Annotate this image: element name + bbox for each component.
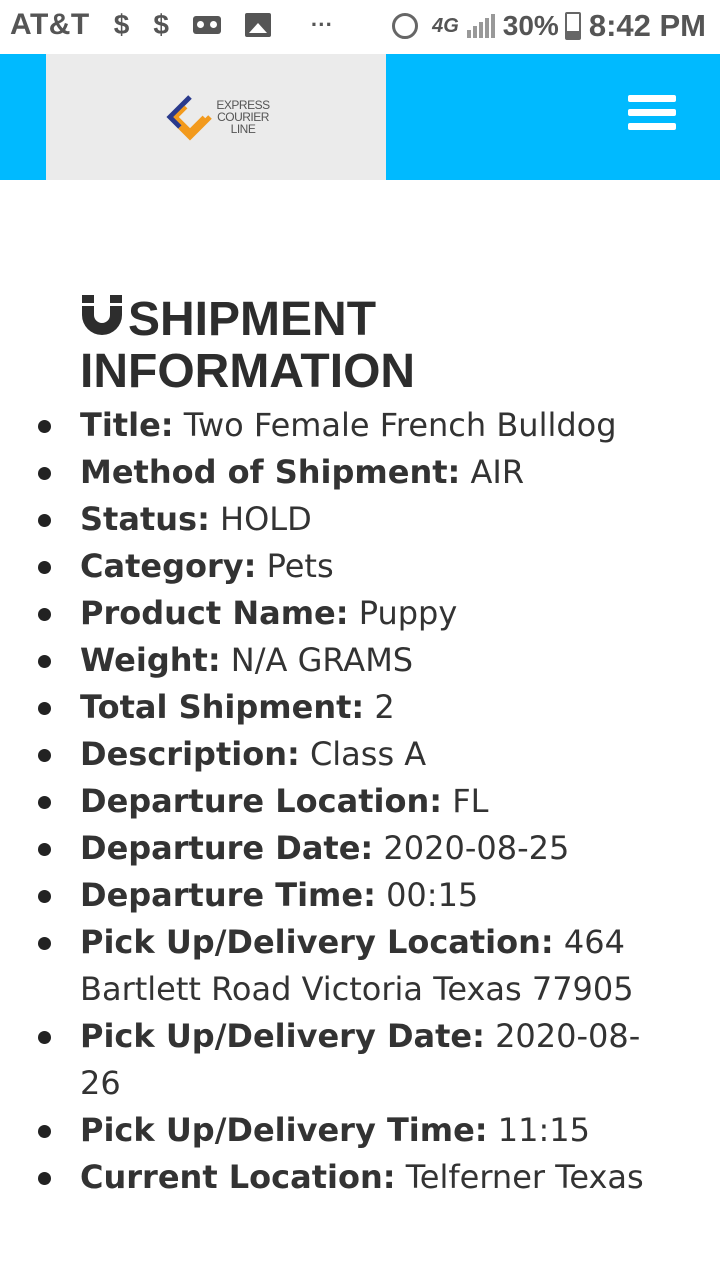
shipment-info-list: Title: Two Female French Bulldog Method … [38, 402, 660, 1201]
field-value: Two Female French Bulldog [183, 406, 617, 444]
status-bar-left: AT&T $ $ ··· [10, 8, 333, 42]
field-value: AIR [470, 453, 525, 491]
section-title-line: SHIPMENT [128, 293, 377, 346]
list-item: Pick Up/Delivery Date: 2020-08-26 [38, 1013, 660, 1107]
image-icon [244, 13, 271, 37]
logo-text: EXPRESS COURIER LINE [216, 99, 270, 136]
logo-line: LINE [230, 122, 256, 136]
field-label: Product Name: [80, 594, 349, 632]
field-value: 2 [374, 688, 395, 726]
list-item: Departure Date: 2020-08-25 [38, 825, 660, 872]
list-item: Total Shipment: 2 [38, 684, 660, 731]
main-content: SHIPMENT INFORMATION Title: Two Female F… [0, 294, 720, 1201]
field-label: Weight: [80, 641, 221, 679]
alarm-icon [392, 13, 419, 39]
list-item: Weight: N/A GRAMS [38, 637, 660, 684]
more-notifications-icon: ··· [310, 12, 333, 37]
field-value: Puppy [358, 594, 458, 632]
list-item: Departure Location: FL [38, 778, 660, 825]
list-item: Description: Class A [38, 731, 660, 778]
field-label: Pick Up/Delivery Location: [80, 923, 554, 961]
field-label: Departure Location: [80, 782, 443, 820]
network-type-icon: 4G [432, 14, 459, 37]
site-header: EXPRESS COURIER LINE [0, 54, 720, 180]
field-label: Pick Up/Delivery Date: [80, 1017, 485, 1055]
section-title-line: INFORMATION [80, 345, 416, 398]
field-label: Description: [80, 735, 300, 773]
field-value: 2020-08-25 [383, 829, 570, 867]
voicemail-icon [192, 16, 221, 34]
field-value: Pets [266, 547, 334, 585]
field-value: 00:15 [386, 876, 479, 914]
field-value: HOLD [220, 500, 312, 538]
list-item: Pick Up/Delivery Location: 464 Bartlett … [38, 919, 660, 1013]
menu-bar [628, 95, 676, 102]
list-item: Pick Up/Delivery Time: 11:15 [38, 1107, 660, 1154]
list-item: Title: Two Female French Bulldog [38, 402, 660, 449]
field-value: Class A [309, 735, 427, 773]
field-value: Telferner Texas [405, 1158, 644, 1196]
field-label: Status: [80, 500, 210, 538]
signal-icon [466, 14, 497, 38]
carrier-name: AT&T [10, 8, 90, 41]
battery-icon [564, 12, 581, 40]
field-label: Total Shipment: [80, 688, 365, 726]
field-value: 11:15 [497, 1111, 590, 1149]
logo-diamond-icon [166, 95, 213, 141]
menu-bar [628, 123, 676, 130]
field-label: Method of Shipment: [80, 453, 461, 491]
list-item: Status: HOLD [38, 496, 660, 543]
magnet-icon [82, 295, 122, 335]
field-label: Current Location: [80, 1158, 396, 1196]
hamburger-menu-button[interactable] [628, 95, 676, 135]
dollar-icon: $ [113, 9, 130, 40]
dollar-icon: $ [153, 9, 169, 40]
field-value: N/A GRAMS [230, 641, 414, 679]
list-item: Method of Shipment: AIR [38, 449, 660, 496]
status-bar-right: 4G 30% 8:42 PM [392, 8, 706, 44]
list-item: Current Location: Telferner Texas [38, 1154, 660, 1201]
battery-percent: 30% [502, 10, 559, 41]
list-item: Product Name: Puppy [38, 590, 660, 637]
field-value: FL [452, 782, 489, 820]
field-label: Title: [80, 406, 174, 444]
status-bar: AT&T $ $ ··· 4G 30% 8:42 PM [0, 0, 720, 54]
site-logo[interactable]: EXPRESS COURIER LINE [46, 54, 386, 180]
menu-bar [628, 109, 676, 116]
field-label: Category: [80, 547, 257, 585]
section-title: SHIPMENT INFORMATION [80, 294, 720, 398]
field-label: Pick Up/Delivery Time: [80, 1111, 488, 1149]
list-item: Category: Pets [38, 543, 660, 590]
field-label: Departure Time: [80, 876, 376, 914]
list-item: Departure Time: 00:15 [38, 872, 660, 919]
field-label: Departure Date: [80, 829, 374, 867]
clock: 8:42 PM [588, 8, 706, 43]
